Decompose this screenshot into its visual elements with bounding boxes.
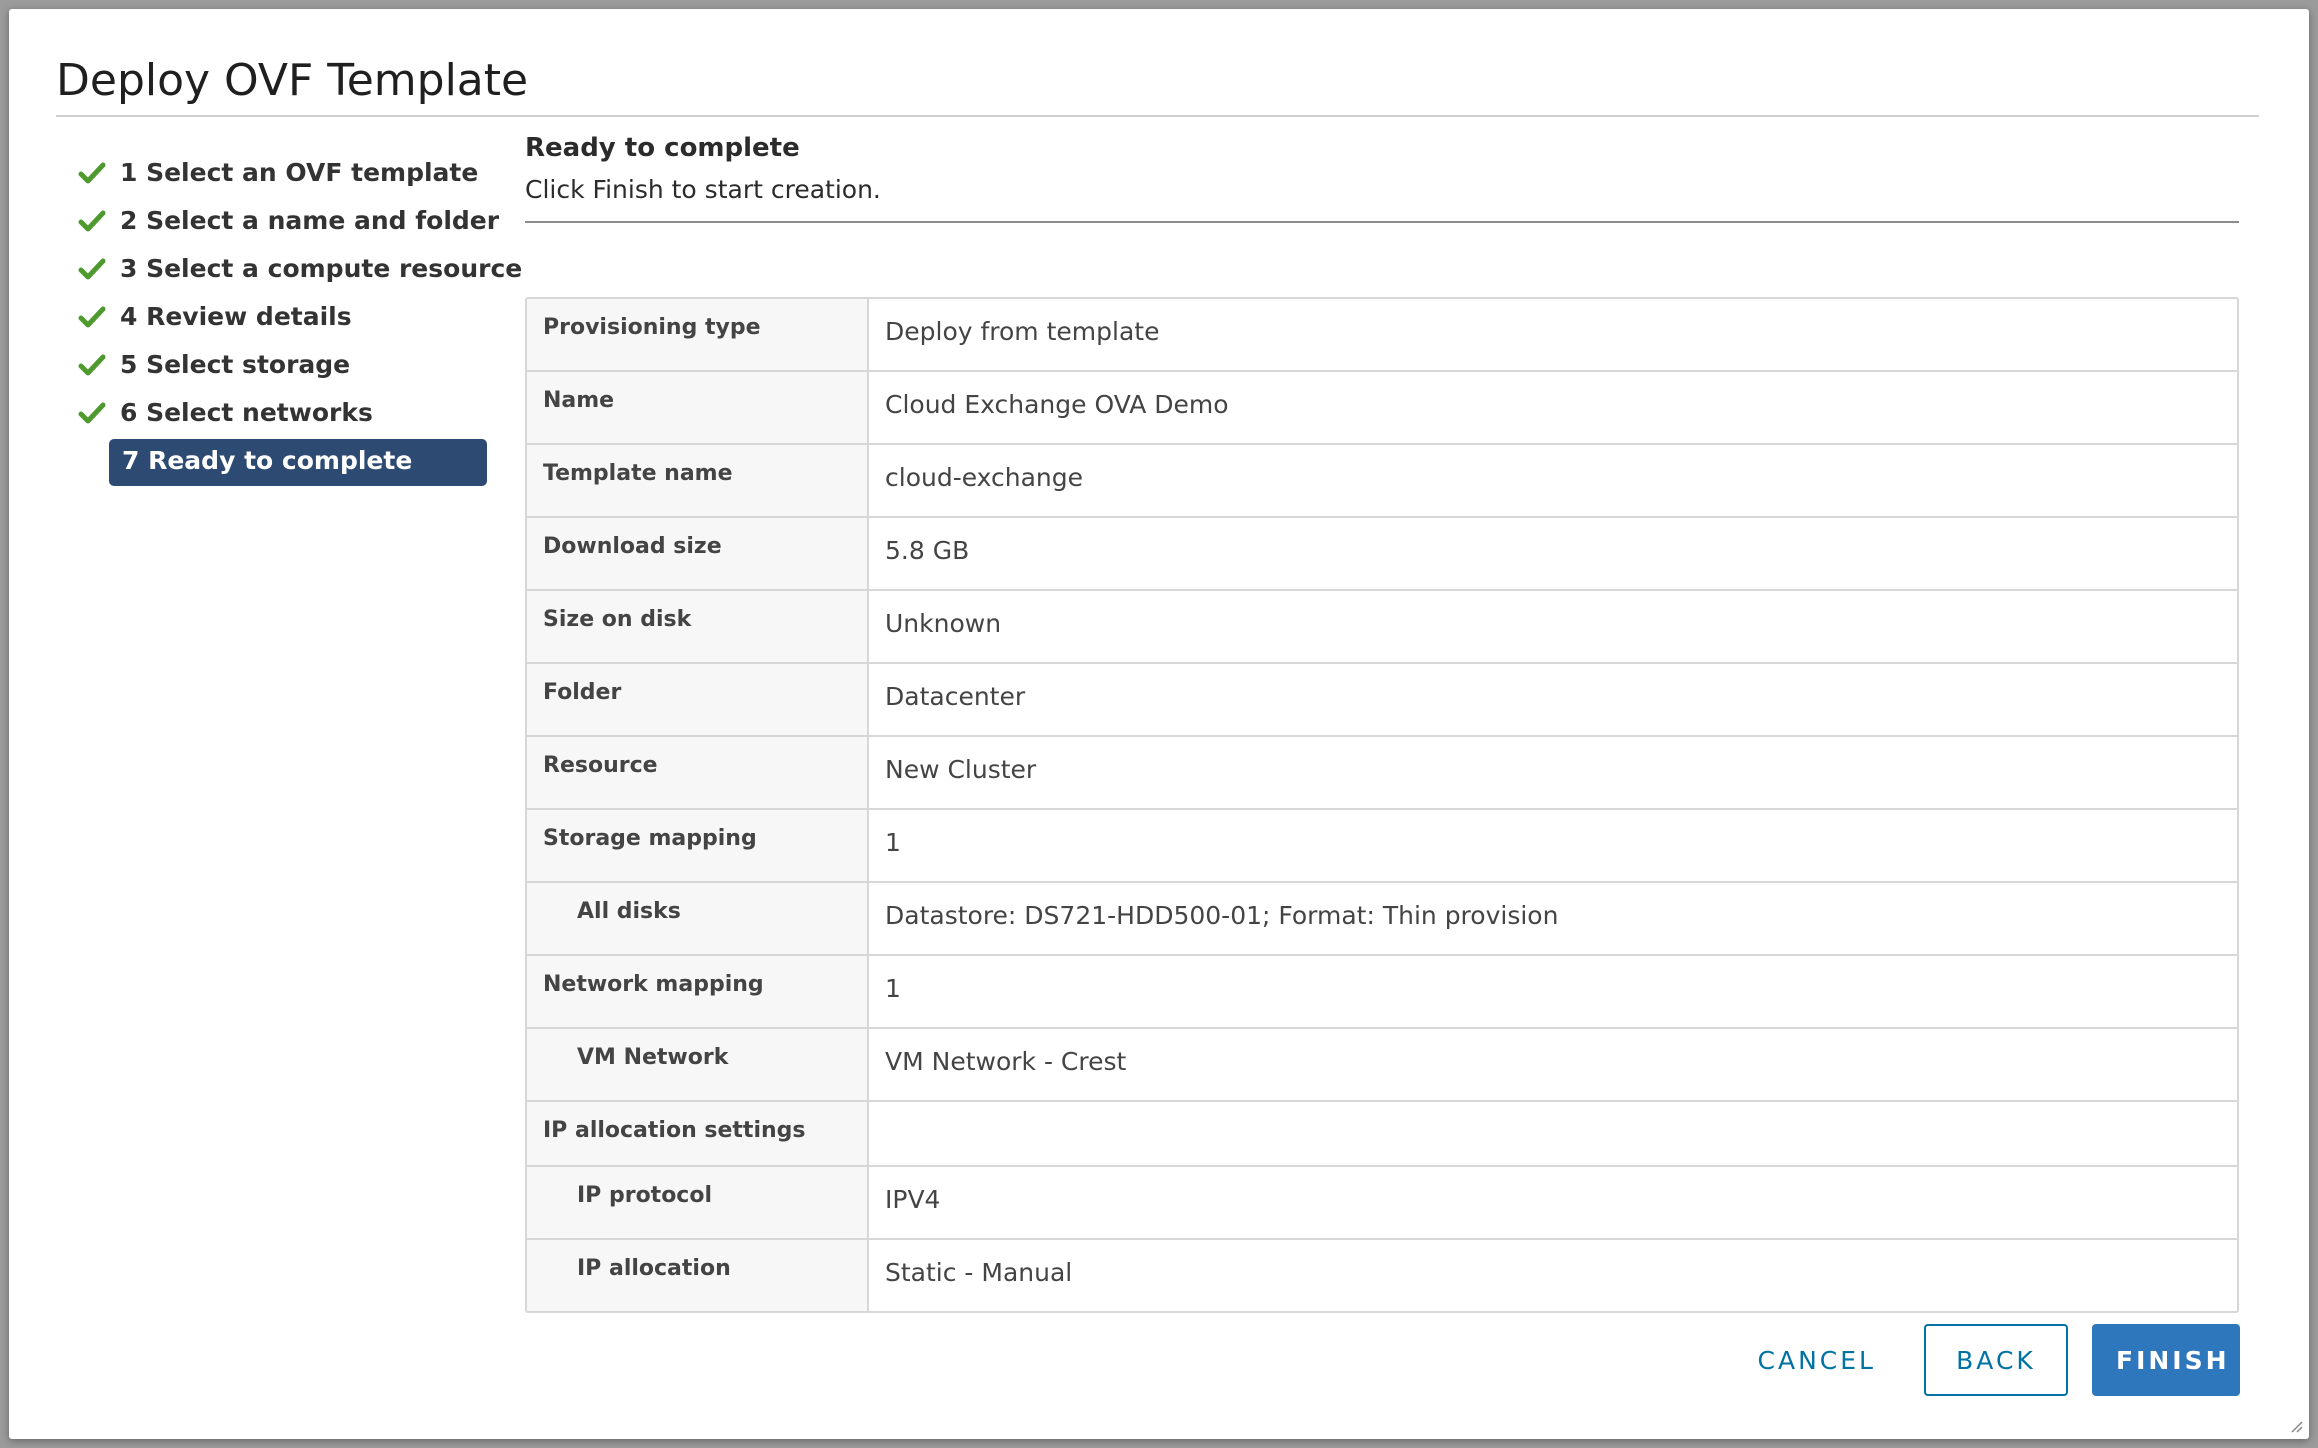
row-value: 1 [885, 974, 901, 1003]
row-value: cloud-exchange [885, 463, 1084, 492]
row-value: New Cluster [885, 755, 1037, 784]
check-icon [78, 210, 106, 232]
row-key: Download size [527, 518, 869, 589]
table-row: All disks Datastore: DS721-HDD500-01; Fo… [527, 883, 2237, 956]
table-row: IP allocation Static - Manual [527, 1240, 2237, 1311]
resize-grip-icon[interactable] [2287, 1417, 2303, 1433]
back-button[interactable]: BACK [1924, 1324, 2068, 1396]
row-key: Storage mapping [527, 810, 869, 881]
wizard-step-label: 4 Review details [120, 302, 352, 331]
cancel-button[interactable]: CANCEL [1734, 1324, 1900, 1396]
row-key: Folder [527, 664, 869, 735]
wizard-step-label: 5 Select storage [120, 350, 351, 379]
finish-button[interactable]: FINISH [2092, 1324, 2240, 1396]
dialog-footer: CANCEL BACK FINISH [1734, 1324, 2240, 1396]
row-key: All disks [527, 883, 869, 954]
row-value: Deploy from template [885, 317, 1160, 346]
check-icon [78, 354, 106, 376]
summary-table: Provisioning type Deploy from template N… [525, 297, 2239, 1313]
row-key: IP allocation [527, 1240, 869, 1311]
section-subtitle: Click Finish to start creation. [525, 175, 881, 204]
check-icon [78, 402, 106, 424]
row-value: Datacenter [885, 682, 1026, 711]
row-key: Provisioning type [527, 299, 869, 370]
row-key: Template name [527, 445, 869, 516]
dialog-title: Deploy OVF Template [56, 55, 529, 106]
row-value: 5.8 GB [885, 536, 970, 565]
row-key: IP protocol [527, 1167, 869, 1238]
row-value: 1 [885, 828, 901, 857]
table-row: Folder Datacenter [527, 664, 2237, 737]
table-row: Template name cloud-exchange [527, 445, 2237, 518]
row-value: IPV4 [885, 1185, 941, 1214]
table-row: Name Cloud Exchange OVA Demo [527, 372, 2237, 445]
table-row: Provisioning type Deploy from template [527, 299, 2237, 372]
row-key: VM Network [527, 1029, 869, 1100]
table-row: VM Network VM Network - Crest [527, 1029, 2237, 1102]
section-title: Ready to complete [525, 133, 800, 163]
title-divider [56, 115, 2259, 117]
check-icon [78, 162, 106, 184]
wizard-step-5[interactable]: 5 Select storage [64, 341, 494, 389]
wizard-step-7[interactable]: 7 Ready to complete [64, 437, 494, 486]
table-row: IP allocation settings [527, 1102, 2237, 1167]
check-icon [78, 306, 106, 328]
row-key: Resource [527, 737, 869, 808]
row-value: Static - Manual [885, 1258, 1073, 1287]
table-row: Size on disk Unknown [527, 591, 2237, 664]
row-value [869, 1102, 2237, 1165]
row-value: VM Network - Crest [885, 1047, 1127, 1076]
wizard-step-4[interactable]: 4 Review details [64, 293, 494, 341]
section-divider [525, 221, 2239, 223]
row-key: Network mapping [527, 956, 869, 1027]
deploy-ovf-dialog: Deploy OVF Template 1 Select an OVF temp… [9, 9, 2309, 1439]
wizard-step-2[interactable]: 2 Select a name and folder [64, 197, 499, 245]
wizard-step-6[interactable]: 6 Select networks [64, 389, 494, 437]
wizard-step-label: 2 Select a name and folder [120, 206, 500, 235]
wizard-steps: 1 Select an OVF template 2 Select a name… [64, 149, 522, 486]
row-value: Cloud Exchange OVA Demo [885, 390, 1229, 419]
wizard-step-label: 1 Select an OVF template [120, 158, 479, 187]
wizard-step-3[interactable]: 3 Select a compute resource [64, 245, 522, 293]
row-key: Name [527, 372, 869, 443]
wizard-step-label: 6 Select networks [120, 398, 373, 427]
table-row: Storage mapping 1 [527, 810, 2237, 883]
table-row: IP protocol IPV4 [527, 1167, 2237, 1240]
table-row: Network mapping 1 [527, 956, 2237, 1029]
check-icon [78, 258, 106, 280]
wizard-step-1[interactable]: 1 Select an OVF template [64, 149, 494, 197]
wizard-step-label: 7 Ready to complete [122, 446, 413, 475]
table-row: Download size 5.8 GB [527, 518, 2237, 591]
row-key: Size on disk [527, 591, 869, 662]
table-row: Resource New Cluster [527, 737, 2237, 810]
row-key: IP allocation settings [527, 1102, 869, 1165]
wizard-step-label: 3 Select a compute resource [120, 254, 523, 283]
row-value: Datastore: DS721-HDD500-01; Format: Thin… [885, 901, 1559, 930]
row-value: Unknown [885, 609, 1002, 638]
